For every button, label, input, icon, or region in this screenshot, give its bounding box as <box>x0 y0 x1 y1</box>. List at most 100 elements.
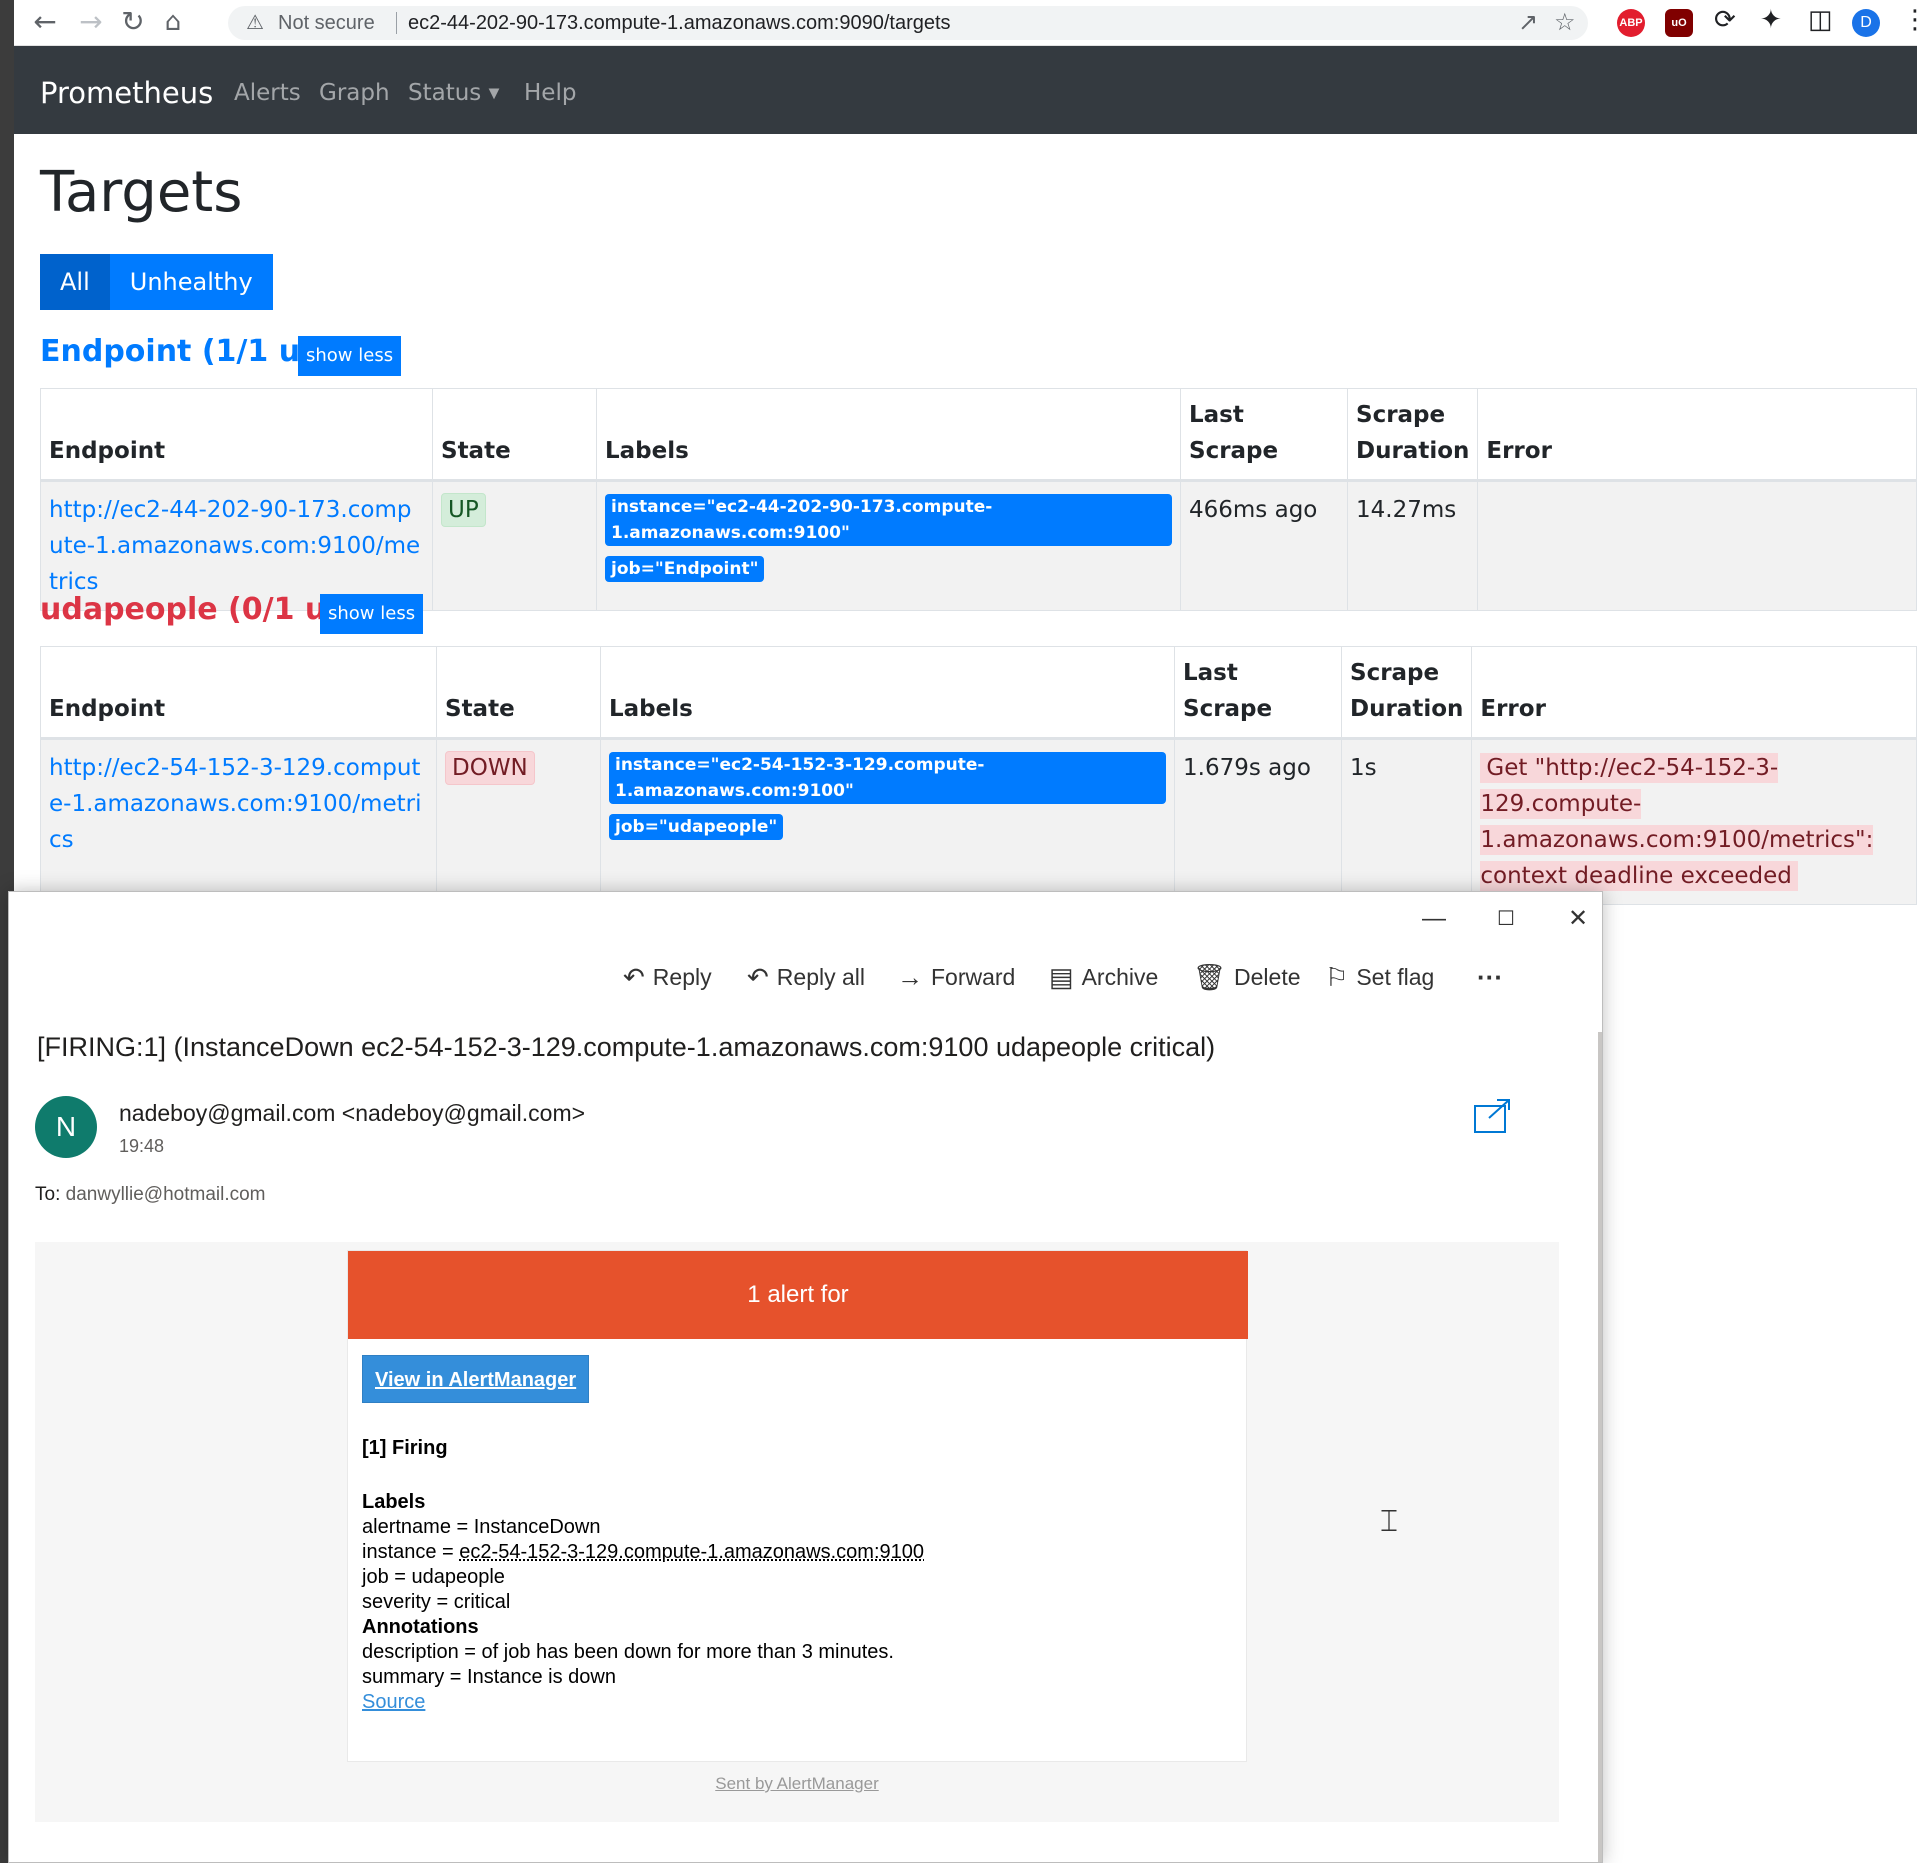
target-filter-group: All Unhealthy <box>40 254 273 310</box>
state-cell: DOWN <box>436 738 601 905</box>
targets-table-endpoint: Endpoint State Labels Last Scrape Scrape… <box>40 388 1917 611</box>
column-header-state: State <box>432 388 597 482</box>
more-actions-icon[interactable]: ··· <box>1477 952 1503 1002</box>
endpoint-link[interactable]: http://ec2-54-152-3-129.compute-1.amazon… <box>49 755 421 853</box>
state-down-badge: DOWN <box>445 751 535 785</box>
minimize-icon[interactable]: — <box>1409 902 1459 936</box>
column-header-endpoint: Endpoint <box>40 388 433 482</box>
reply-icon: ↶ <box>623 961 645 992</box>
back-icon[interactable]: ← <box>28 6 62 40</box>
nav-help[interactable]: Help <box>524 80 576 106</box>
show-less-button[interactable]: show less <box>298 336 402 376</box>
forward-button[interactable]: → Forward <box>897 952 1015 1002</box>
targets-table-udapeople: Endpoint State Labels Last Scrape Scrape… <box>40 646 1917 905</box>
reply-all-button[interactable]: ↶ Reply all <box>747 952 865 1002</box>
reply-label: Reply <box>652 963 712 990</box>
error-cell <box>1477 480 1917 611</box>
state-up-badge: UP <box>441 493 486 527</box>
to-label: To: <box>35 1184 61 1205</box>
filter-all-button[interactable]: All <box>40 254 110 310</box>
instance-label-badge: instance="ec2-44-202-90-173.compute-1.am… <box>605 494 1172 546</box>
extensions-puzzle-icon[interactable]: ✦ <box>1760 5 1782 35</box>
state-cell: UP <box>432 480 597 611</box>
home-icon[interactable]: ⌂ <box>156 6 190 40</box>
alert-banner: 1 alert for <box>348 1251 1248 1339</box>
table-header-row: Endpoint State Labels Last Scrape Scrape… <box>40 388 1917 482</box>
mail-time: 19:48 <box>119 1136 165 1156</box>
table-row: http://ec2-44-202-90-173.compute-1.amazo… <box>40 480 1917 611</box>
nav-graph[interactable]: Graph <box>319 80 390 106</box>
brand-link[interactable]: Prometheus <box>40 76 213 110</box>
label-job: job = udapeople <box>362 1566 505 1588</box>
column-header-scrape-duration: Scrape Duration <box>1346 388 1479 482</box>
last-scrape-cell: 466ms ago <box>1180 480 1348 611</box>
column-header-last-scrape: Last Scrape <box>1174 646 1342 740</box>
browser-menu-icon[interactable]: ⋮ <box>1902 5 1917 35</box>
popout-icon[interactable] <box>1473 1098 1513 1134</box>
column-header-error: Error <box>1471 646 1917 740</box>
reload-icon[interactable]: ↻ <box>116 6 150 40</box>
table-header-row: Endpoint State Labels Last Scrape Scrape… <box>40 646 1917 740</box>
labels-cell: instance="ec2-44-202-90-173.compute-1.am… <box>596 480 1181 611</box>
scrape-duration-cell: 14.27ms <box>1346 480 1479 611</box>
view-in-alertmanager-button[interactable]: View in AlertManager <box>362 1355 590 1403</box>
mail-recipient: To: danwyllie@hotmail.com <box>35 1184 266 1206</box>
table-row: http://ec2-54-152-3-129.compute-1.amazon… <box>40 738 1917 905</box>
instance-label-badge: instance="ec2-54-152-3-129.compute-1.ama… <box>609 752 1166 804</box>
nav-alerts[interactable]: Alerts <box>234 80 301 106</box>
ublock-extension-icon[interactable]: uO <box>1665 9 1693 37</box>
source-link[interactable]: Source <box>362 1691 425 1713</box>
sent-by-link[interactable]: Sent by AlertManager <box>347 1774 1247 1794</box>
nav-status[interactable]: Status ▼ <box>408 80 499 106</box>
address-bar[interactable]: ⚠ Not secure ec2-44-202-90-173.compute-1… <box>228 6 1588 40</box>
label-severity: severity = critical <box>362 1591 511 1613</box>
mail-window: — ☐ ✕ ↶ Reply ↶ Reply all → Forward ▤ Ar… <box>8 891 1603 1863</box>
column-header-error: Error <box>1477 388 1917 482</box>
page-title: Targets <box>40 160 243 225</box>
reply-button[interactable]: ↶ Reply <box>623 952 712 1002</box>
forward-icon[interactable]: → <box>74 6 108 40</box>
bookmark-star-icon[interactable]: ☆ <box>1554 8 1576 36</box>
endpoint-link[interactable]: http://ec2-44-202-90-173.compute-1.amazo… <box>49 497 420 595</box>
sender-avatar: N <box>35 1096 97 1158</box>
side-panel-icon[interactable]: ◫ <box>1808 5 1833 35</box>
text-cursor-icon: ⌶ <box>1380 1504 1398 1539</box>
section-title-udapeople[interactable]: udapeople (0/1 up) <box>40 592 361 627</box>
column-header-last-scrape: Last Scrape <box>1180 388 1348 482</box>
nav-status-label: Status <box>408 80 482 106</box>
archive-button[interactable]: ▤ Archive <box>1049 952 1158 1002</box>
warning-icon[interactable]: ⚠ <box>246 10 264 34</box>
label-instance-value[interactable]: ec2-54-152-3-129.compute-1.amazonaws.com… <box>459 1541 924 1563</box>
alert-card: 1 alert for View in AlertManager [1] Fir… <box>347 1250 1248 1762</box>
recipient-address[interactable]: danwyllie@hotmail.com <box>66 1184 266 1205</box>
filter-unhealthy-button[interactable]: Unhealthy <box>109 254 273 310</box>
annotations-heading: Annotations <box>362 1616 479 1638</box>
browser-toolbar: ← → ↻ ⌂ ⚠ Not secure ec2-44-202-90-173.c… <box>14 0 1917 46</box>
trash-icon: 🗑 <box>1193 961 1227 992</box>
section-title-endpoint[interactable]: Endpoint (1/1 up) <box>40 334 335 369</box>
delete-button[interactable]: 🗑 Delete <box>1193 952 1301 1002</box>
labels-cell: instance="ec2-54-152-3-129.compute-1.ama… <box>600 738 1175 905</box>
set-flag-button[interactable]: ⚐ Set flag <box>1325 952 1434 1002</box>
sync-extension-icon[interactable]: ⟳ <box>1714 5 1736 35</box>
mail-scrollbar[interactable] <box>1598 1032 1602 1862</box>
forward-label: Forward <box>931 963 1016 990</box>
profile-avatar[interactable]: D <box>1852 9 1880 37</box>
prometheus-navbar: Prometheus Alerts Graph Status ▼ Help <box>14 46 1917 134</box>
security-label[interactable]: Not secure <box>278 12 375 35</box>
annotation-summary: summary = Instance is down <box>362 1666 616 1688</box>
mail-action-bar: ↶ Reply ↶ Reply all → Forward ▤ Archive … <box>9 952 1604 1002</box>
firing-heading: [1] Firing <box>362 1437 448 1459</box>
address-divider <box>396 12 397 34</box>
sender-address[interactable]: nadeboy@gmail.com <nadeboy@gmail.com> <box>119 1100 585 1127</box>
annotation-description: description = of job has been down for m… <box>362 1641 894 1663</box>
archive-icon: ▤ <box>1049 961 1074 992</box>
show-less-button[interactable]: show less <box>320 594 424 634</box>
url-text[interactable]: ec2-44-202-90-173.compute-1.amazonaws.co… <box>408 12 951 35</box>
close-icon[interactable]: ✕ <box>1553 902 1603 936</box>
maximize-icon[interactable]: ☐ <box>1481 902 1531 936</box>
mail-body: 1 alert for View in AlertManager [1] Fir… <box>35 1242 1559 1822</box>
adblock-extension-icon[interactable]: ABP <box>1617 9 1645 37</box>
set-flag-label: Set flag <box>1356 963 1435 990</box>
share-icon[interactable]: ↗ <box>1518 8 1538 36</box>
